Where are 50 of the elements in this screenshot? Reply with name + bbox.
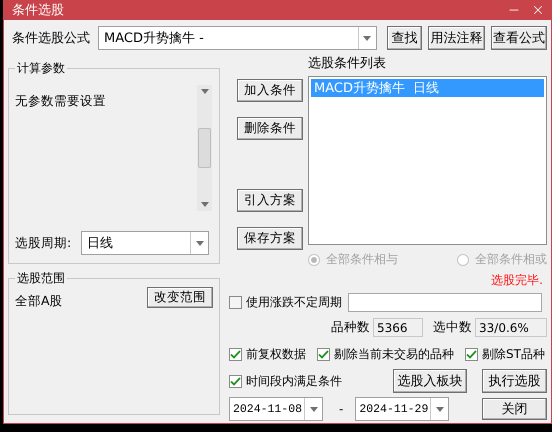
action-button[interactable]: 保存方案 xyxy=(237,227,303,250)
group-title: 计算参数 xyxy=(16,60,66,77)
run-button[interactable]: 执行选股 xyxy=(482,369,547,393)
formula-button[interactable]: 查找 xyxy=(386,26,422,50)
caret-icon xyxy=(363,36,372,40)
checkbox[interactable] xyxy=(465,348,478,361)
checkbox[interactable] xyxy=(229,296,242,309)
window-title: 条件选股 xyxy=(12,2,65,19)
caret-icon xyxy=(200,89,208,94)
formula-button[interactable]: 用法注释 xyxy=(428,26,486,50)
change-scope-button[interactable]: 改变范围 xyxy=(147,287,213,308)
formula-combobox[interactable]: MACD升势擒牛 - xyxy=(98,26,377,50)
scope-value: 全部A股 xyxy=(15,293,63,310)
checkbox-label: 时间段内满足条件 xyxy=(246,372,342,390)
radio-label: 全部条件相或 xyxy=(475,251,547,268)
radio-label: 全部条件相与 xyxy=(326,251,398,268)
status-message: 选股完毕. xyxy=(491,272,543,289)
checkbox[interactable] xyxy=(229,348,242,361)
count-field: 5366 xyxy=(373,318,423,337)
add-to-block-button[interactable]: 选股入板块 xyxy=(393,369,467,393)
count-label: 品种数 xyxy=(331,319,370,336)
period-label: 选股周期: xyxy=(15,234,72,252)
caret-icon xyxy=(196,240,204,246)
checkbox[interactable] xyxy=(317,348,330,361)
count-field: 33/0.6% xyxy=(475,318,547,337)
group-title: 选股范围 xyxy=(16,270,66,287)
checkbox-label: 使用涨跌不定周期 xyxy=(246,294,342,311)
caret-icon xyxy=(436,406,444,412)
date-separator: - xyxy=(339,402,344,416)
checkbox-label: 剔除ST品种 xyxy=(482,346,545,363)
close-icon[interactable] xyxy=(531,3,545,17)
checkbox-label: 前复权数据 xyxy=(246,346,306,363)
scrollbar[interactable] xyxy=(197,85,212,211)
action-button[interactable]: 引入方案 xyxy=(237,189,303,212)
caret-icon xyxy=(310,406,318,412)
period-input-field[interactable] xyxy=(348,293,542,312)
action-button[interactable]: 删除条件 xyxy=(237,117,303,140)
start-date-combobox[interactable]: 2024-11-08 xyxy=(229,397,323,421)
action-button[interactable]: 加入条件 xyxy=(237,79,303,102)
period-combobox[interactable]: 日线 xyxy=(81,231,210,255)
checkbox[interactable] xyxy=(229,374,242,388)
caret-icon xyxy=(200,202,208,207)
end-date-combobox[interactable]: 2024-11-29 xyxy=(355,397,450,421)
formula-label: 条件选股公式 xyxy=(12,30,90,47)
checkbox-label: 剔除当前未交易的品种 xyxy=(334,346,454,363)
list-title: 选股条件列表 xyxy=(308,55,387,72)
close-button[interactable]: 关闭 xyxy=(482,398,547,420)
params-message: 无参数需要设置 xyxy=(15,93,106,110)
formula-button[interactable]: 查看公式 xyxy=(491,26,547,50)
count-label: 选中数 xyxy=(433,319,472,336)
